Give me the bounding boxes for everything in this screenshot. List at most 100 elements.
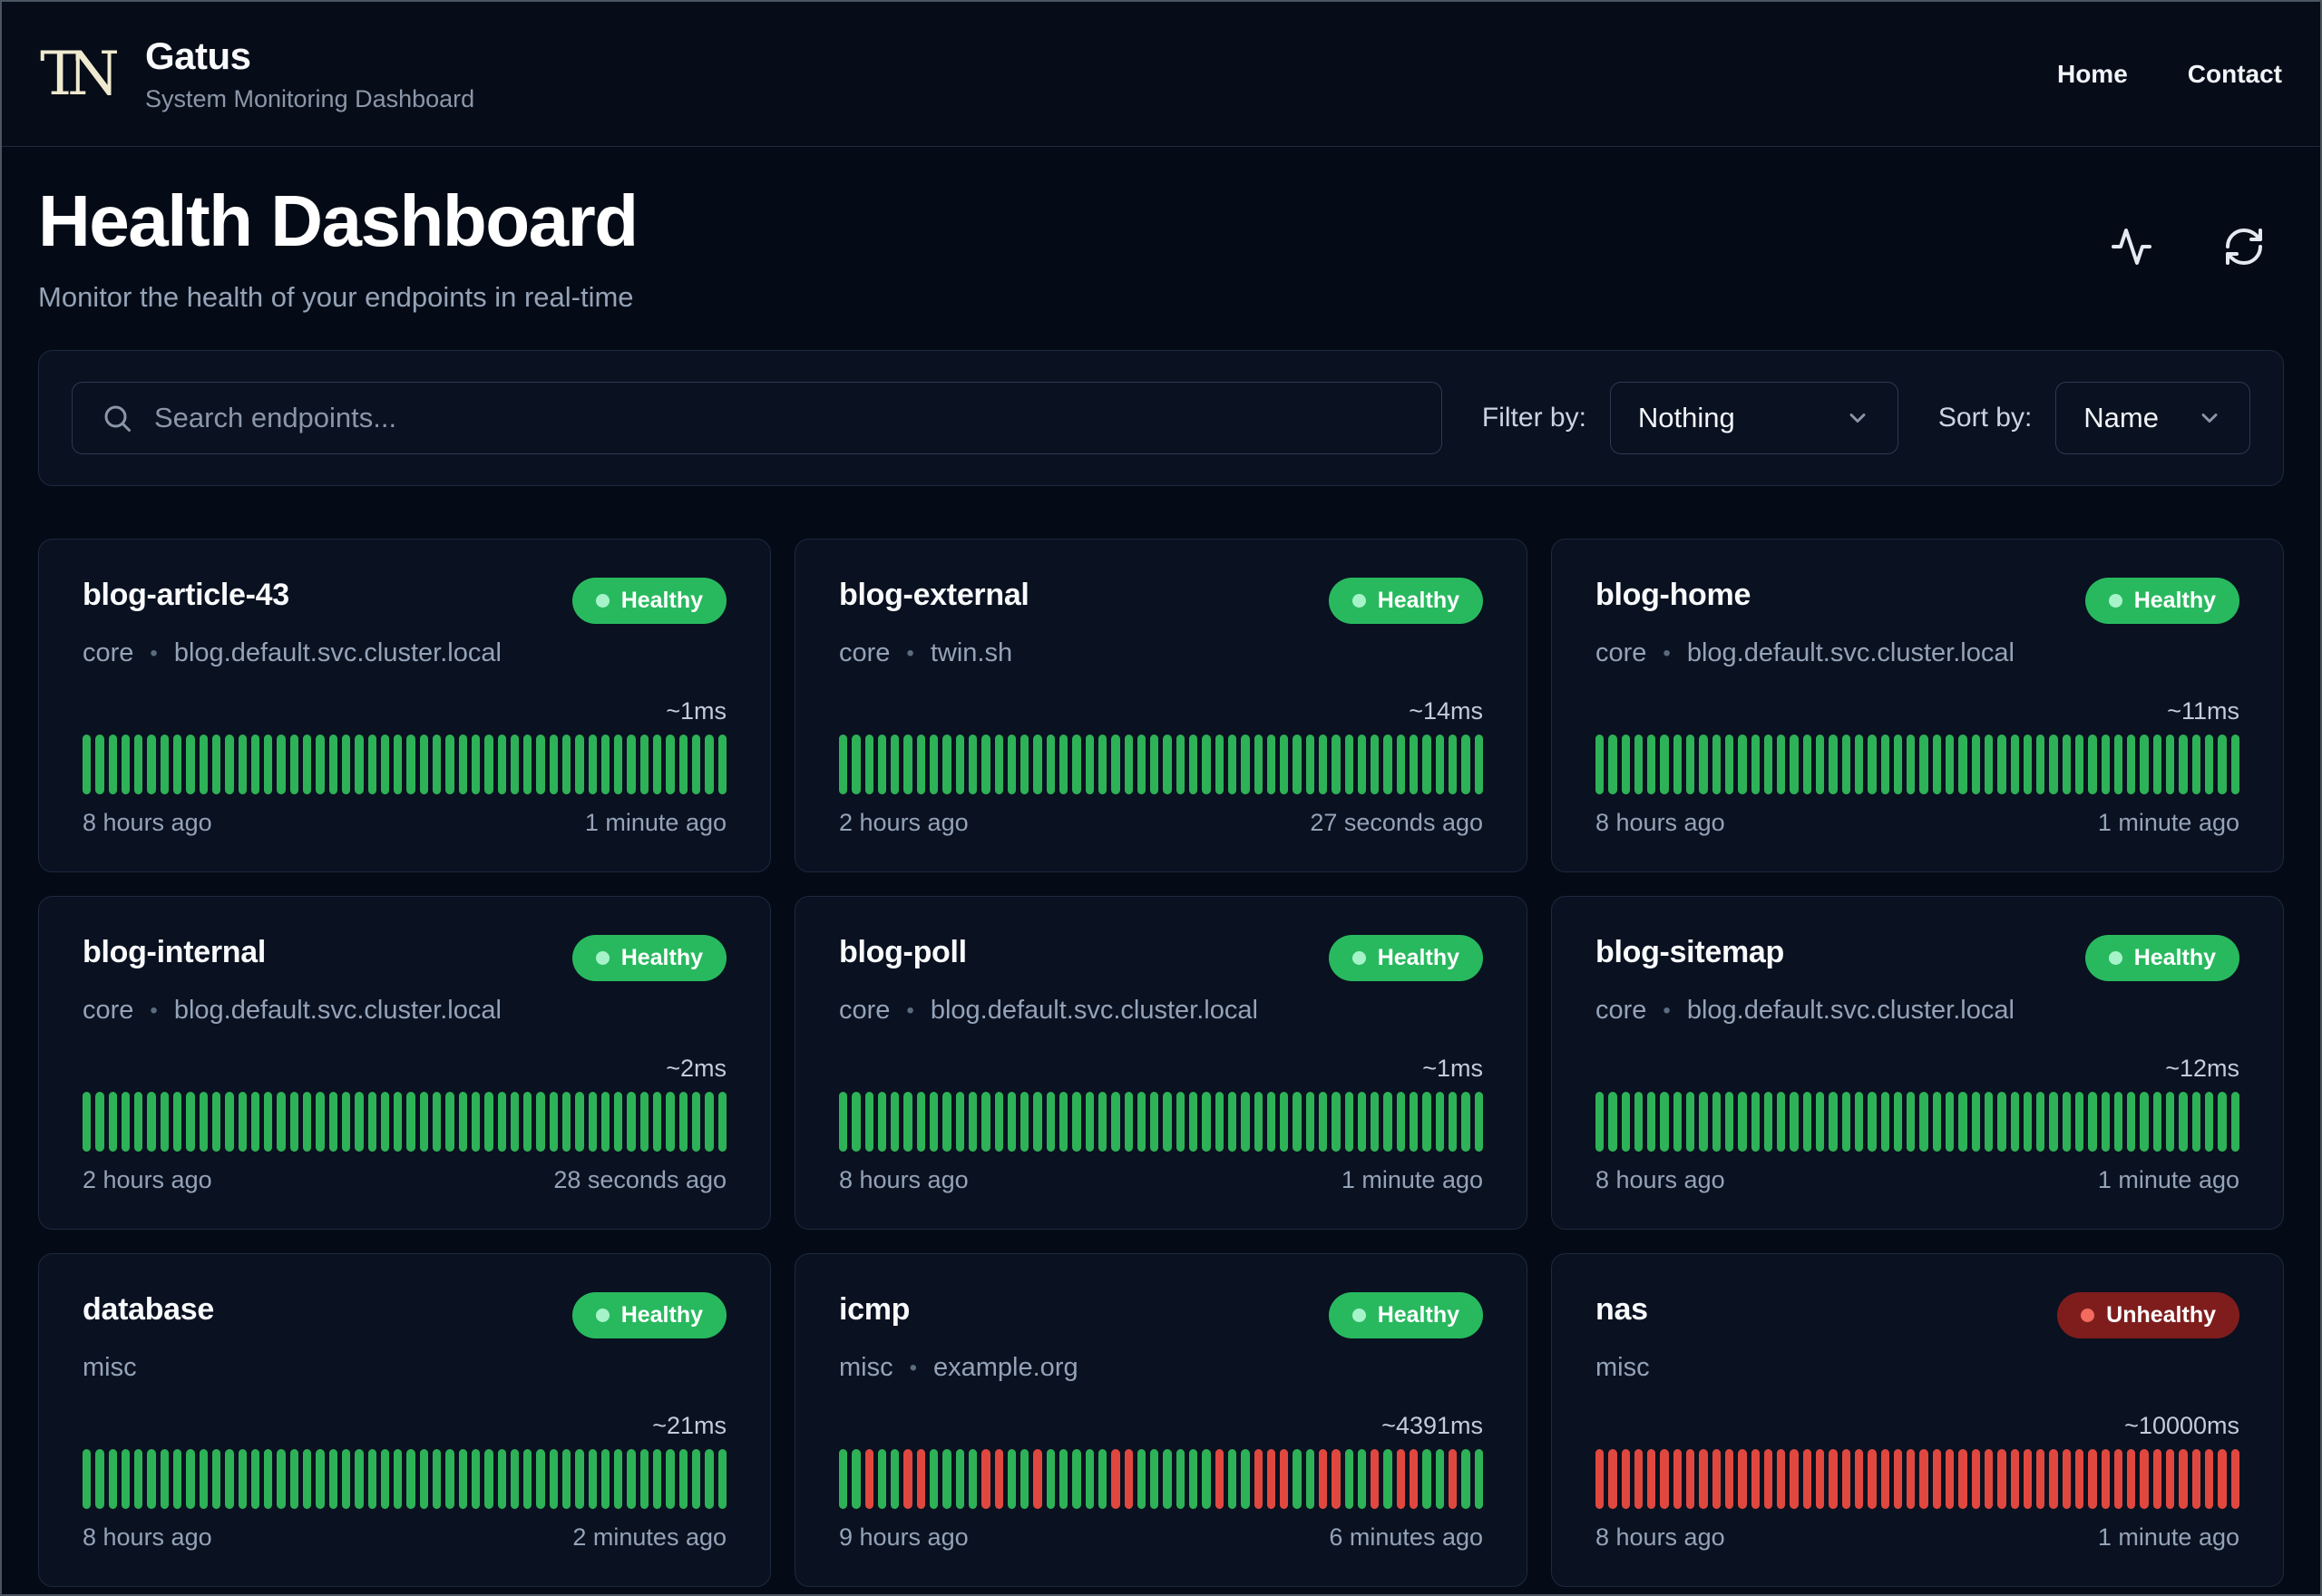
- endpoint-card[interactable]: blog-internal Healthy core • blog.defaul…: [38, 896, 771, 1230]
- uptime-bar: [2049, 735, 2058, 794]
- uptime-bar: [627, 735, 636, 794]
- endpoint-subtitle: core • twin.sh: [839, 638, 1483, 668]
- sort-select[interactable]: Name: [2055, 382, 2250, 454]
- endpoint-oldest: 2 hours ago: [839, 809, 969, 836]
- endpoint-host: blog.default.svc.cluster.local: [173, 996, 502, 1025]
- uptime-bar: [1724, 1449, 1734, 1509]
- uptime-bar: [705, 735, 714, 794]
- endpoint-latency: ~2ms: [666, 1055, 727, 1082]
- uptime-bar: [1215, 1092, 1224, 1152]
- uptime-bar: [1829, 1449, 1838, 1509]
- endpoint-card[interactable]: blog-poll Healthy core • blog.default.sv…: [795, 896, 1527, 1230]
- uptime-bar: [1305, 1449, 1314, 1509]
- uptime-bar: [367, 1092, 376, 1152]
- uptime-bar: [199, 1092, 208, 1152]
- uptime-bar: [1790, 1092, 1799, 1152]
- uptime-bars: [1595, 735, 2239, 794]
- uptime-bar: [1020, 1092, 1029, 1152]
- uptime-bar: [1150, 735, 1159, 794]
- uptime-bar: [1371, 735, 1380, 794]
- status-dot-icon: [595, 1309, 610, 1322]
- uptime-bars: [839, 1092, 1483, 1152]
- uptime-bar: [536, 735, 545, 794]
- uptime-bar: [1608, 735, 1617, 794]
- card-top: blog-external Healthy: [839, 578, 1483, 624]
- uptime-bars: [839, 735, 1483, 794]
- filter-select[interactable]: Nothing: [1609, 382, 1898, 454]
- status-label: Healthy: [620, 1302, 703, 1328]
- activity-icon[interactable]: [2110, 225, 2153, 268]
- uptime-bar: [1383, 1092, 1392, 1152]
- uptime-bar: [1971, 735, 1980, 794]
- uptime-bar: [458, 1449, 467, 1509]
- uptime-bar: [1474, 1449, 1483, 1509]
- uptime-bar: [1893, 735, 1903, 794]
- uptime-bar: [891, 1092, 900, 1152]
- uptime-bar: [2218, 735, 2227, 794]
- uptime-bar: [2191, 1092, 2200, 1152]
- uptime-bars: [839, 1449, 1483, 1509]
- uptime-bar: [1215, 1449, 1224, 1509]
- uptime-bar: [160, 735, 170, 794]
- endpoint-card[interactable]: database Healthy misc ~21ms 8 hours ago …: [38, 1253, 771, 1587]
- endpoint-latency: ~4391ms: [1381, 1412, 1483, 1439]
- uptime-bar: [2218, 1092, 2227, 1152]
- uptime-bar: [1724, 1092, 1734, 1152]
- uptime-bar: [2088, 1092, 2097, 1152]
- endpoint-oldest: 2 hours ago: [83, 1166, 212, 1193]
- endpoint-card[interactable]: icmp Healthy misc • example.org ~4391ms …: [795, 1253, 1527, 1587]
- uptime-bar: [2023, 1449, 2033, 1509]
- uptime-bar: [1383, 735, 1392, 794]
- uptime-bar: [1305, 735, 1314, 794]
- uptime-bar: [2140, 1449, 2149, 1509]
- uptime-bar: [134, 1092, 143, 1152]
- uptime-bar: [2230, 735, 2239, 794]
- logo-monogram: TN: [40, 39, 120, 109]
- uptime-bar: [1919, 1449, 1928, 1509]
- uptime-bar: [316, 735, 325, 794]
- uptime-bar: [968, 1449, 978, 1509]
- brand-text: Gatus System Monitoring Dashboard: [145, 34, 474, 113]
- endpoint-card[interactable]: blog-home Healthy core • blog.default.sv…: [1551, 539, 2284, 872]
- endpoint-card[interactable]: nas Unhealthy misc ~10000ms 8 hours ago …: [1551, 1253, 2284, 1587]
- search-input[interactable]: [72, 382, 1442, 454]
- uptime-bar: [666, 735, 675, 794]
- endpoint-group: core: [1595, 638, 1647, 667]
- uptime-bar: [1059, 735, 1068, 794]
- uptime-bar: [1932, 735, 1942, 794]
- endpoint-subtitle: core • blog.default.svc.cluster.local: [83, 638, 727, 668]
- status-badge: Healthy: [2084, 935, 2239, 981]
- sort-control: Sort by: Name: [1938, 382, 2250, 454]
- nav-link-home[interactable]: Home: [2057, 60, 2128, 89]
- status-label: Unhealthy: [2106, 1302, 2216, 1328]
- uptime-bar: [614, 1449, 623, 1509]
- uptime-bar: [355, 1449, 364, 1509]
- refresh-icon[interactable]: [2222, 225, 2266, 268]
- endpoint-latency: ~11ms: [2167, 697, 2239, 725]
- uptime-bar: [2230, 1449, 2239, 1509]
- endpoint-card[interactable]: blog-external Healthy core • twin.sh ~14…: [795, 539, 1527, 872]
- uptime-bar: [458, 735, 467, 794]
- uptime-bar: [1318, 1449, 1328, 1509]
- status-dot-icon: [2108, 594, 2122, 608]
- status-dot-icon: [1351, 951, 1366, 965]
- uptime-bar: [1777, 735, 1786, 794]
- uptime-bar: [1137, 1449, 1146, 1509]
- uptime-bars: [83, 1092, 727, 1152]
- uptime-bar: [510, 1449, 520, 1509]
- uptime-bar: [134, 735, 143, 794]
- uptime-bar: [484, 1449, 493, 1509]
- endpoint-oldest: 8 hours ago: [839, 1166, 969, 1193]
- uptime-bar: [173, 1092, 182, 1152]
- nav-link-contact[interactable]: Contact: [2188, 60, 2282, 89]
- uptime-bar: [2101, 1092, 2110, 1152]
- uptime-bar: [510, 1092, 520, 1152]
- uptime-bar: [406, 735, 415, 794]
- uptime-bars: [83, 1449, 727, 1509]
- filter-select-value: Nothing: [1637, 402, 1735, 433]
- uptime-bar: [1724, 735, 1734, 794]
- endpoint-card[interactable]: blog-article-43 Healthy core • blog.defa…: [38, 539, 771, 872]
- uptime-bar: [1280, 1449, 1289, 1509]
- uptime-bar: [930, 1092, 939, 1152]
- endpoint-card[interactable]: blog-sitemap Healthy core • blog.default…: [1551, 896, 2284, 1230]
